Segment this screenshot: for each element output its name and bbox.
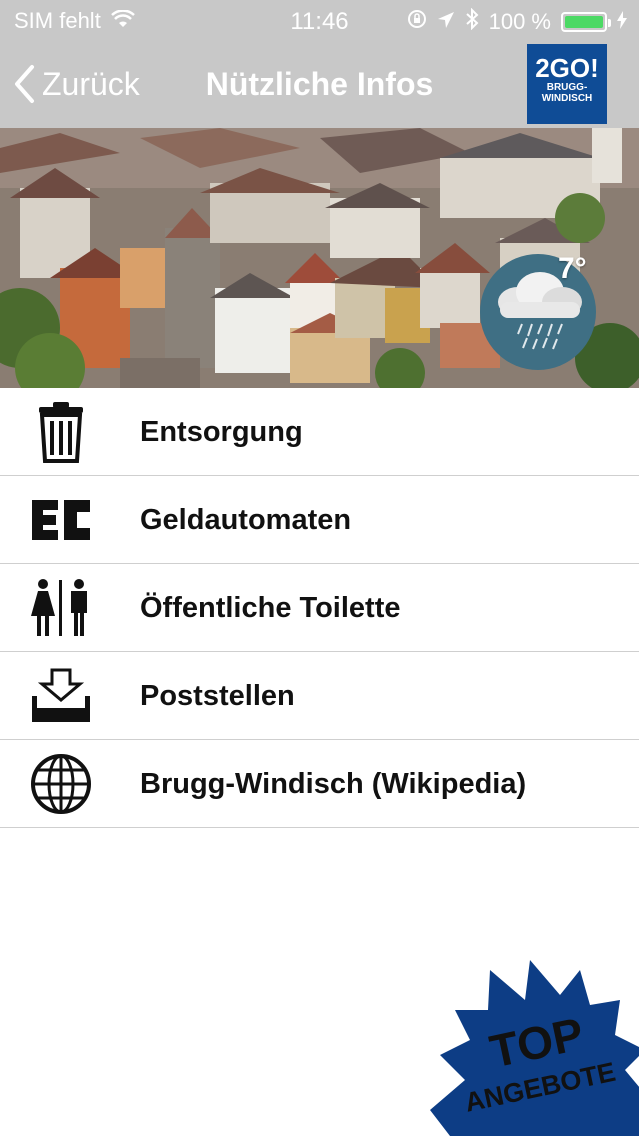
inbox-download-icon [26, 662, 96, 730]
list-item-label: Poststellen [140, 680, 295, 712]
bluetooth-icon [465, 7, 479, 36]
location-arrow-icon [437, 9, 455, 35]
globe-icon [26, 750, 96, 818]
list-item-entsorgung[interactable]: Entsorgung [0, 388, 639, 476]
top-offers-badge[interactable]: TOP ANGEBOTE [430, 960, 639, 1136]
status-bar: SIM fehlt 11:46 100 % [0, 0, 639, 42]
orientation-lock-icon [407, 9, 427, 35]
trash-icon [26, 398, 96, 466]
battery-icon [561, 12, 611, 32]
battery-percent: 100 % [488, 9, 551, 34]
list-item-label: Geldautomaten [140, 504, 352, 536]
navigation-bar: Zurück Nützliche Infos 2GO! BRUGG- WINDI… [0, 42, 639, 128]
list-item-wikipedia[interactable]: Brugg-Windisch (Wikipedia) [0, 740, 639, 828]
list-item-geldautomaten[interactable]: Geldautomaten [0, 476, 639, 564]
list-item-toilette[interactable]: Öffentliche Toilette [0, 564, 639, 652]
logo-subtext-2: WINDISCH [541, 93, 593, 104]
status-right: 100 % [407, 7, 627, 36]
list-item-label: Brugg-Windisch (Wikipedia) [140, 768, 527, 800]
ec-card-icon [26, 486, 96, 554]
charging-icon [617, 9, 627, 35]
toilet-icon [26, 574, 96, 642]
weather-temperature: 7° [558, 252, 587, 285]
info-list: Entsorgung Geldautomaten Öffentliche Toi… [0, 388, 639, 828]
brand-logo: 2GO! BRUGG- WINDISCH [527, 44, 607, 124]
list-item-label: Öffentliche Toilette [140, 592, 401, 624]
list-item-label: Entsorgung [140, 416, 303, 448]
logo-subtext-1: BRUGG- [546, 82, 588, 93]
logo-text: 2GO! [535, 53, 599, 83]
list-item-poststellen[interactable]: Poststellen [0, 652, 639, 740]
